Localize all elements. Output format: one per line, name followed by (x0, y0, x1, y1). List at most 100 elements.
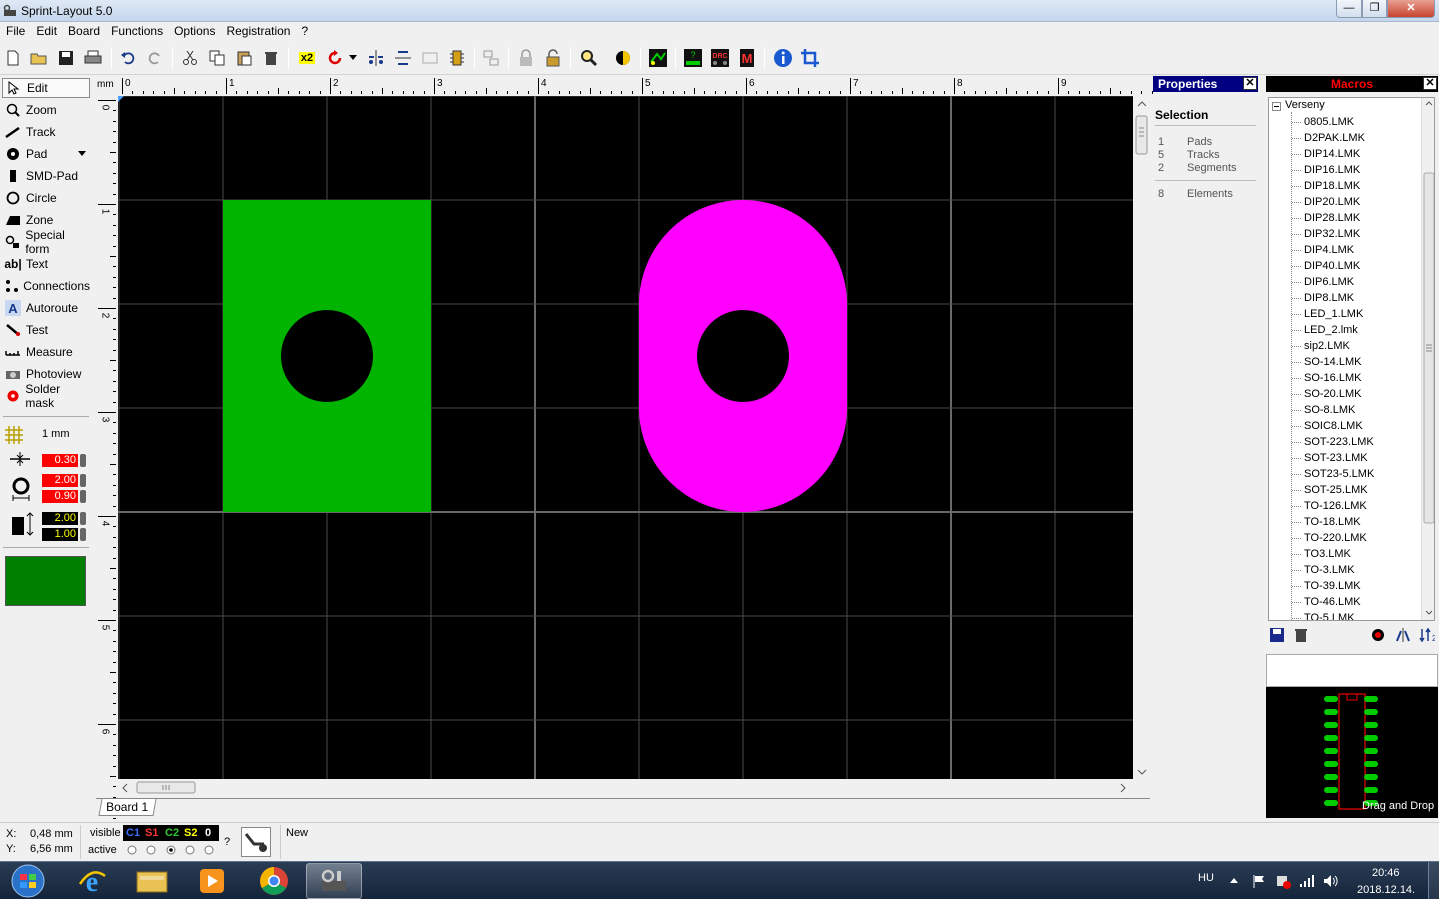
usb-eject-icon[interactable] (1275, 873, 1291, 889)
new-file-icon[interactable] (3, 48, 23, 68)
grid-value[interactable]: 1 mm (42, 428, 70, 440)
macro-preview[interactable]: Drag and Drop (1266, 687, 1438, 818)
rotate-icon[interactable] (325, 48, 345, 68)
macro-item[interactable]: DIP8.LMK (1304, 290, 1354, 306)
macro-item[interactable]: DIP4.LMK (1304, 242, 1354, 258)
macro-item[interactable]: SOIC8.LMK (1304, 418, 1363, 434)
macro-item[interactable]: DIP6.LMK (1304, 274, 1354, 290)
open-folder-icon[interactable] (29, 48, 49, 68)
macro-item[interactable]: TO-3.LMK (1304, 562, 1355, 578)
macro-item[interactable]: 0805.LMK (1304, 114, 1354, 130)
component-mode-icon[interactable] (241, 827, 271, 857)
tool-zone[interactable]: Zone (2, 210, 90, 230)
macro-m-icon[interactable]: M (737, 48, 757, 68)
pad-dropdown-icon[interactable] (78, 151, 86, 156)
taskbar-media-player[interactable] (184, 863, 239, 899)
tool-pad[interactable]: Pad (2, 144, 90, 164)
macro-mirror-icon[interactable] (1395, 627, 1411, 646)
group-icon[interactable] (481, 48, 501, 68)
clock-date[interactable]: 2018.12.14. (1357, 884, 1415, 896)
vertical-scrollbar[interactable] (1133, 96, 1150, 779)
redo-icon[interactable] (145, 48, 165, 68)
zoom-fit-icon[interactable] (579, 48, 599, 68)
minimize-button[interactable]: — (1336, 0, 1362, 18)
macro-item[interactable]: D2PAK.LMK (1304, 130, 1365, 146)
tool-measure[interactable]: Measure (2, 342, 90, 362)
macro-item[interactable]: TO-39.LMK (1304, 578, 1361, 594)
show-desktop-button[interactable] (1428, 862, 1439, 899)
macro-item[interactable]: SOT-23.LMK (1304, 450, 1368, 466)
pad-inner-field[interactable]: 0.90 (42, 490, 78, 503)
macro-name-field[interactable] (1266, 654, 1438, 687)
maximize-button[interactable]: ❐ (1362, 0, 1387, 18)
tool-circle[interactable]: Circle (2, 188, 90, 208)
tool-zoom[interactable]: Zoom (2, 100, 90, 120)
macro-item[interactable]: DIP14.LMK (1304, 146, 1360, 162)
print-icon[interactable] (83, 48, 103, 68)
macro-item[interactable]: TO-126.LMK (1304, 498, 1367, 514)
taskbar-chrome[interactable] (246, 863, 301, 899)
info-layer-icon[interactable]: ? (683, 48, 703, 68)
macro-item[interactable]: SO-8.LMK (1304, 402, 1355, 418)
macro-item[interactable]: DIP40.LMK (1304, 258, 1360, 274)
layer-0[interactable]: 0 (205, 825, 211, 841)
macro-item[interactable]: SOT23-5.LMK (1304, 466, 1374, 482)
active-layer-radios[interactable] (126, 844, 216, 856)
properties-close-icon[interactable]: ✕ (1243, 77, 1257, 90)
tool-smd-pad[interactable]: SMD-Pad (2, 166, 90, 186)
macro-item[interactable]: TO-18.LMK (1304, 514, 1361, 530)
layer-color-swatch[interactable] (5, 556, 86, 606)
drc-icon[interactable]: DRC (710, 48, 730, 68)
layer-c2[interactable]: C2 (165, 825, 179, 841)
menu-functions[interactable]: Functions (105, 22, 168, 38)
smd-height-field[interactable]: 1.00 (42, 528, 78, 541)
undo-icon[interactable] (118, 48, 138, 68)
layer-s2[interactable]: S2 (184, 825, 197, 841)
clock-time[interactable]: 20:46 (1372, 867, 1400, 879)
macros-close-icon[interactable]: ✕ (1423, 77, 1437, 90)
macro-item[interactable]: TO-5.LMK (1304, 610, 1355, 620)
menu-edit[interactable]: Edit (30, 22, 62, 38)
smd-width-spinner[interactable] (80, 512, 86, 525)
layer-c1[interactable]: C1 (126, 825, 140, 841)
smd-height-spinner[interactable] (80, 528, 86, 541)
transparency-icon[interactable] (613, 48, 633, 68)
taskbar-ie[interactable]: e (64, 863, 119, 899)
macro-item[interactable]: DIP20.LMK (1304, 194, 1360, 210)
lock-icon[interactable] (516, 48, 536, 68)
tree-root-verseny[interactable]: Verseny (1285, 99, 1325, 111)
gerber-export-icon[interactable] (648, 48, 668, 68)
menu-file[interactable]: File (0, 22, 30, 38)
volume-icon[interactable] (1323, 874, 1339, 888)
taskbar-sprint-layout[interactable] (306, 863, 362, 899)
menu-registration[interactable]: Registration (220, 22, 295, 38)
crop-icon[interactable] (800, 48, 820, 68)
pad-inner-spinner[interactable] (80, 490, 86, 503)
mirror-vertical-icon[interactable] (393, 48, 413, 68)
info-icon[interactable] (773, 48, 793, 68)
macro-item[interactable]: DIP16.LMK (1304, 162, 1360, 178)
paste-icon[interactable] (234, 48, 254, 68)
copy-icon[interactable] (207, 48, 227, 68)
cut-icon[interactable] (180, 48, 200, 68)
smd-width-field[interactable]: 2.00 (42, 512, 78, 525)
layer-help-icon[interactable]: ? (224, 836, 230, 848)
start-button[interactable] (0, 863, 56, 899)
network-signal-icon[interactable] (1299, 874, 1315, 888)
tool-edit[interactable]: Edit (2, 78, 90, 98)
tab-board-1[interactable]: Board 1 (98, 799, 157, 816)
macro-item[interactable]: SOT-25.LMK (1304, 482, 1368, 498)
menu-help[interactable]: ? (295, 22, 313, 38)
macro-item[interactable]: TO-46.LMK (1304, 594, 1361, 610)
layer-s1[interactable]: S1 (145, 825, 158, 841)
zoom-x2-icon[interactable]: x2 (296, 48, 318, 68)
tree-collapse-icon[interactable] (1272, 102, 1281, 111)
track-width-spinner[interactable] (80, 454, 86, 467)
horizontal-scrollbar[interactable] (118, 779, 1133, 796)
macro-item[interactable]: DIP32.LMK (1304, 226, 1360, 242)
delete-icon[interactable] (261, 48, 281, 68)
mirror-horizontal-icon[interactable] (366, 48, 386, 68)
macro-swap-icon[interactable]: 2 (1419, 627, 1437, 646)
action-center-flag-icon[interactable] (1252, 874, 1266, 888)
macro-item[interactable]: SOT-223.LMK (1304, 434, 1374, 450)
